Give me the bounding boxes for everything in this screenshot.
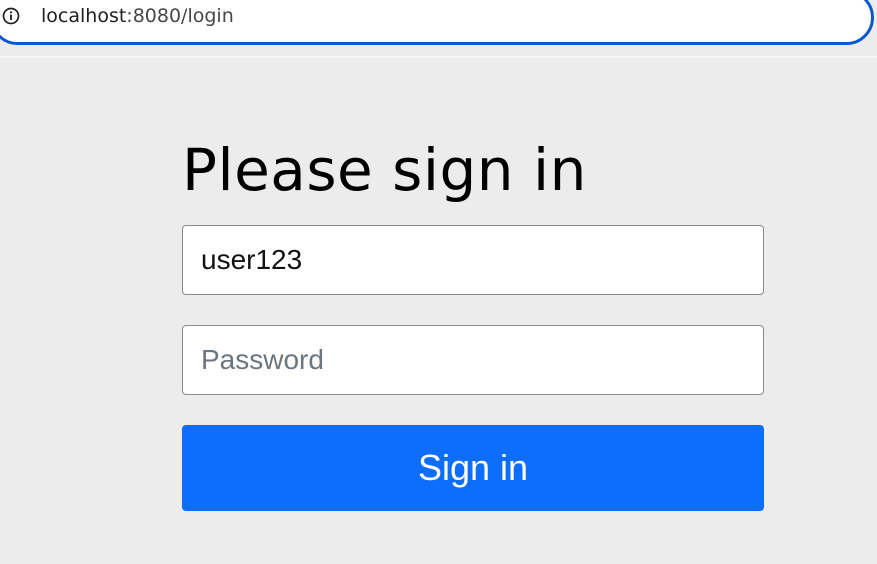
sign-in-button[interactable]: Sign in	[182, 425, 764, 511]
info-icon[interactable]	[2, 7, 20, 25]
address-bar[interactable]: localhost:8080/login	[0, 0, 874, 45]
url-path: :8080/login	[126, 5, 234, 27]
url-host: localhost	[41, 5, 127, 27]
login-page: Please sign in Sign in	[0, 58, 877, 564]
url-text[interactable]: localhost:8080/login	[41, 4, 234, 28]
username-input[interactable]	[182, 225, 764, 295]
page-title: Please sign in	[182, 136, 587, 204]
password-input[interactable]	[182, 325, 764, 395]
